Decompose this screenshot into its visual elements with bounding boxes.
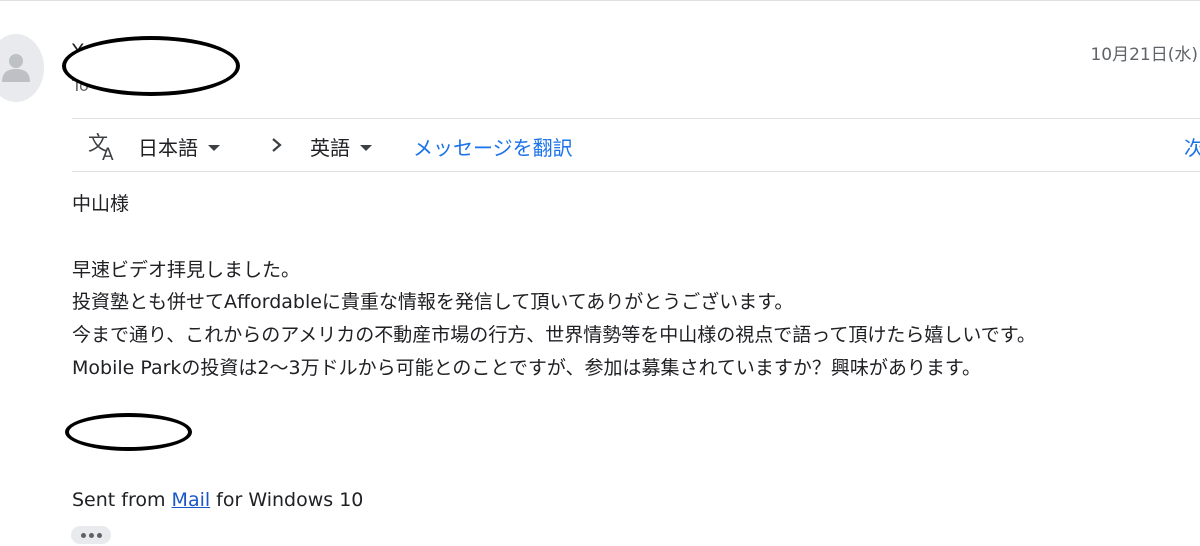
translate-icon: 文 A: [88, 131, 114, 161]
source-language-label: 日本語: [138, 136, 198, 160]
source-language-dropdown[interactable]: 日本語: [138, 132, 220, 161]
more-horiz-icon: [81, 533, 86, 538]
caret-down-icon: [208, 145, 220, 151]
show-trimmed-content-button[interactable]: [71, 526, 111, 544]
message-line: 早速ビデオ拝見しました。: [72, 259, 301, 281]
svg-text:A: A: [102, 145, 114, 161]
message-date: 10月21日(水): [1090, 45, 1198, 65]
signature-prefix: Sent from: [72, 489, 172, 511]
sender-redaction: [62, 36, 240, 96]
translate-message-link[interactable]: メッセージを翻訳: [413, 132, 573, 161]
translate-bar: 文 A 日本語 英語 メッセージを翻訳 次: [72, 118, 1200, 172]
signature: Sent from Mail for Windows 10: [72, 486, 363, 514]
more-horiz-icon: [97, 533, 102, 538]
top-divider: [0, 0, 1200, 1]
message-line: Mobile Parkの投資は2〜3万ドルから可能とのことですが、参加は募集され…: [72, 357, 981, 379]
message-line: 今まで通り、これからのアメリカの不動産市場の行方、世界情勢等を中山様の視点で語っ…: [72, 324, 1036, 346]
mail-app-link[interactable]: Mail: [172, 489, 211, 511]
target-language-dropdown[interactable]: 英語: [310, 132, 372, 161]
email-view: Y To 10月21日(水) 文 A 日本語 英語 メッセージを翻訳 次 中山様…: [0, 0, 1200, 546]
person-icon: [2, 54, 30, 82]
caret-down-icon: [360, 145, 372, 151]
signature-suffix: for Windows 10: [210, 489, 364, 511]
message-line: 投資塾とも併せてAffordableに貴重な情報を発信して頂いてありがとうござい…: [72, 291, 794, 313]
sender-avatar[interactable]: [0, 34, 44, 102]
more-horiz-icon: [89, 533, 94, 538]
target-language-label: 英語: [310, 136, 350, 160]
next-link[interactable]: 次: [1184, 132, 1200, 161]
chevron-right-icon: [272, 138, 282, 152]
signature-redaction: [65, 413, 192, 451]
greeting: 中山様: [72, 193, 130, 215]
